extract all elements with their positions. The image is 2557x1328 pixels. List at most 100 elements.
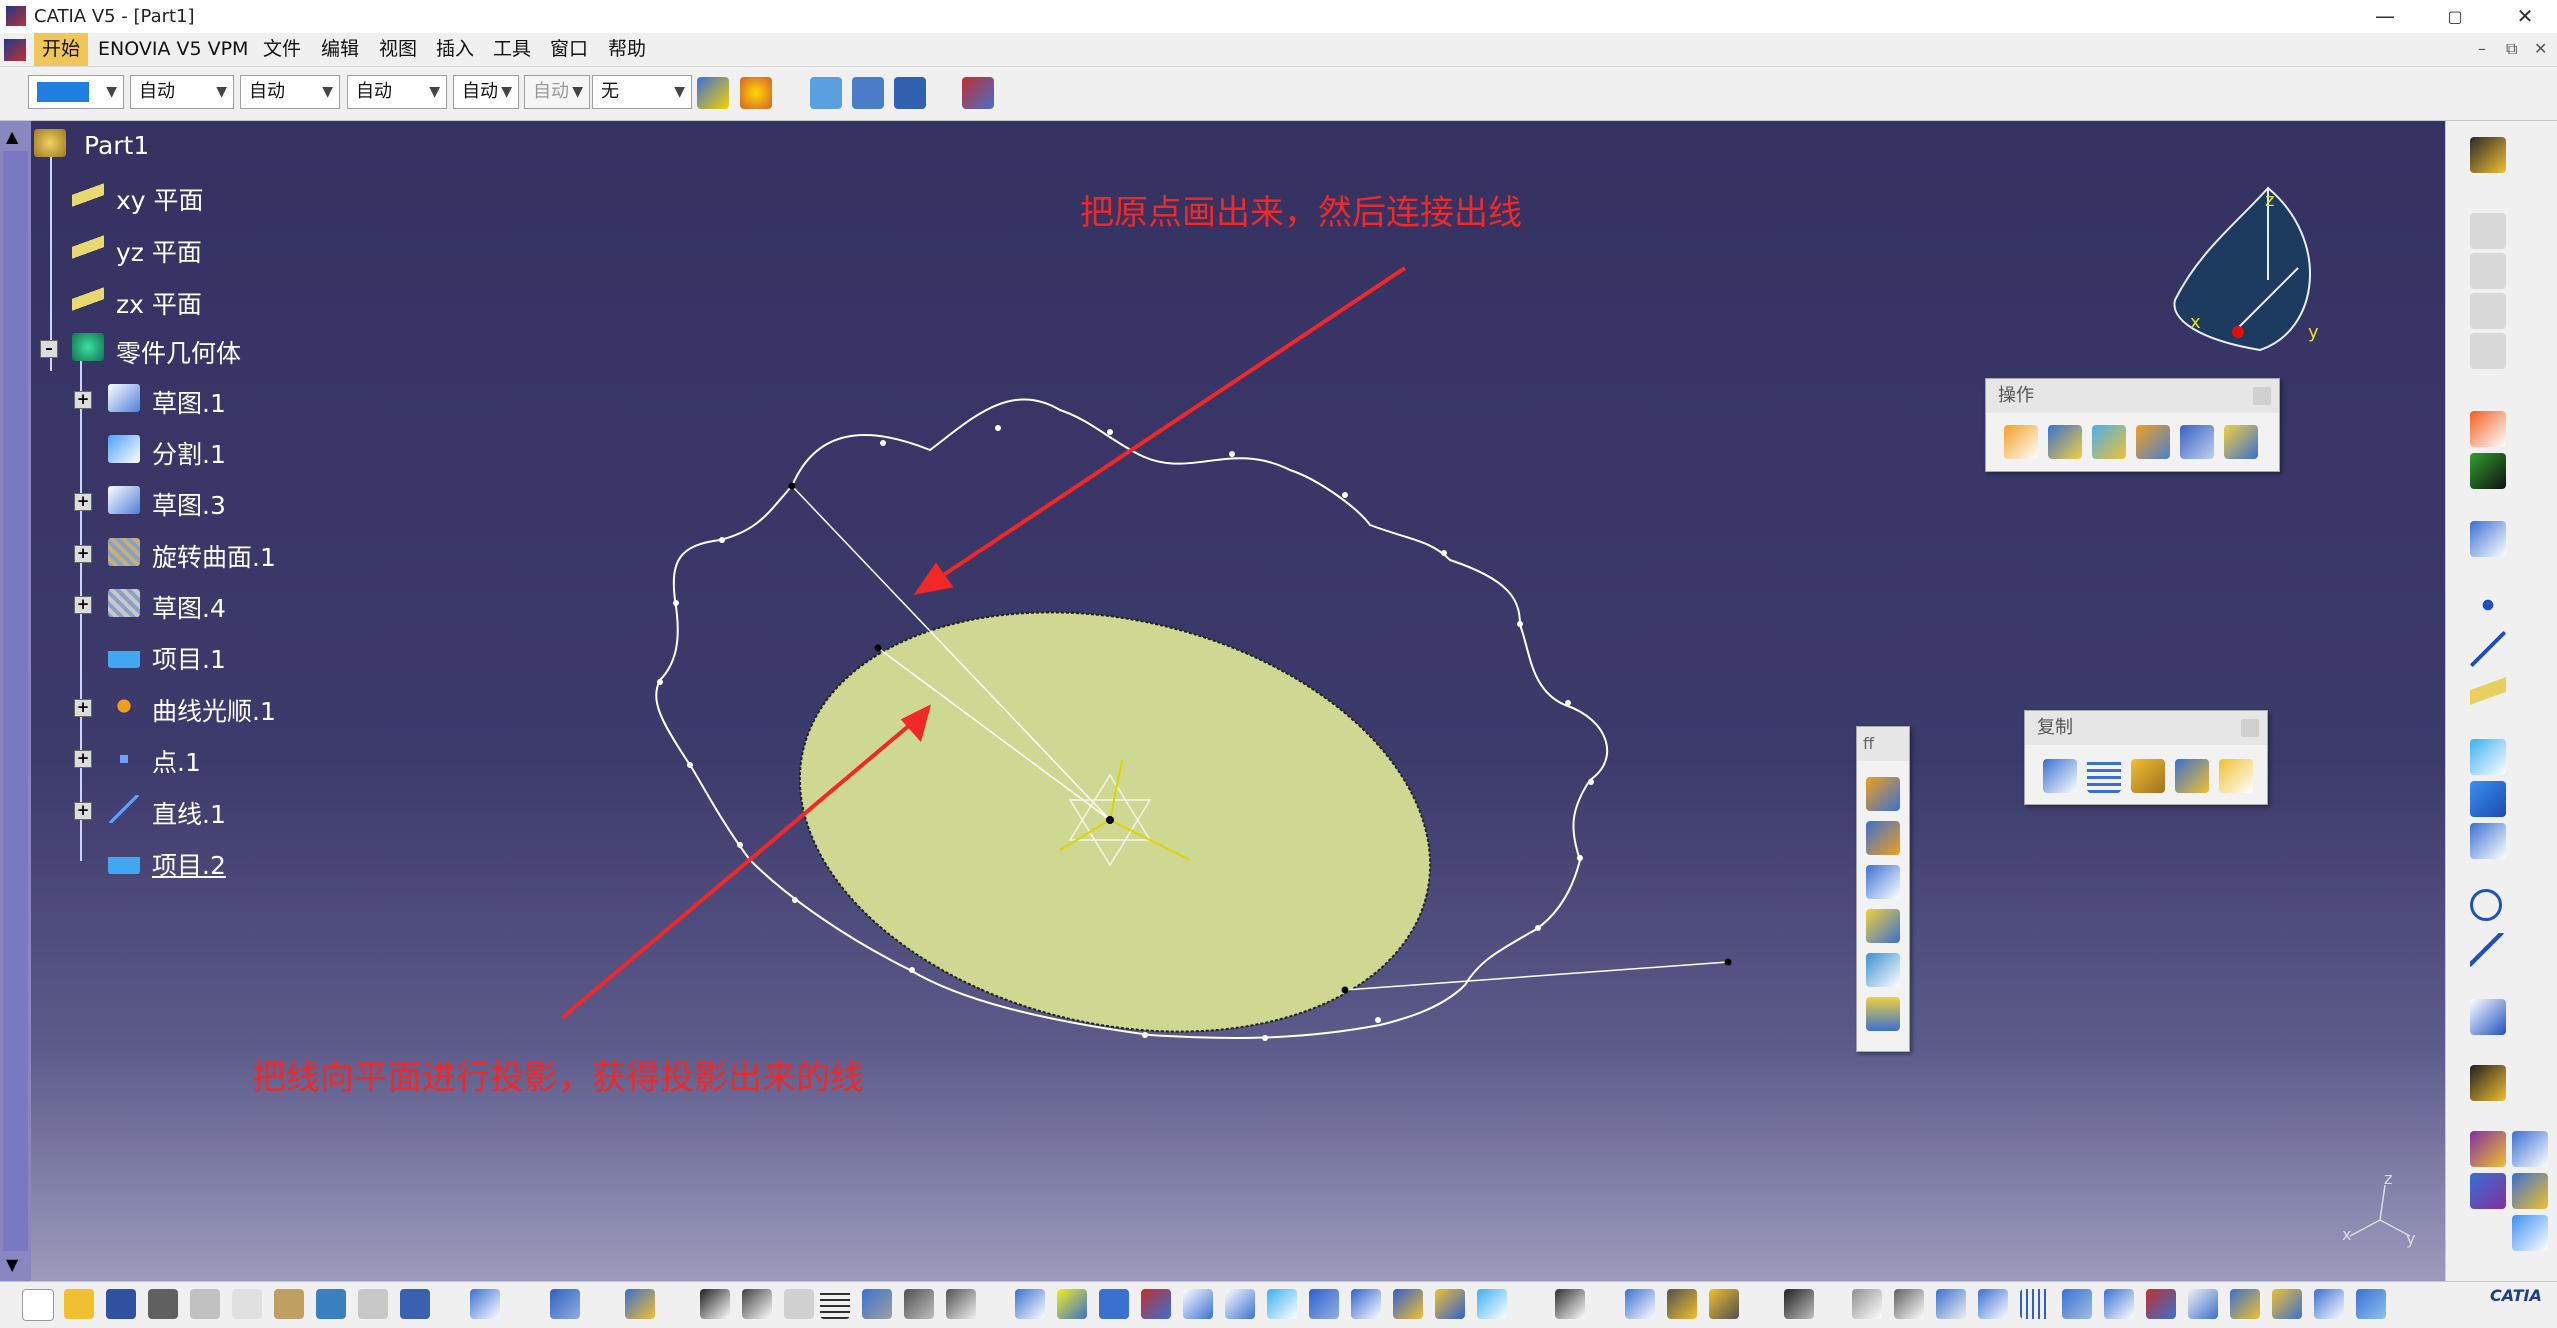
hide-show-icon[interactable] xyxy=(1435,1289,1465,1319)
surfaces-vertical-toolbar[interactable]: ff xyxy=(1856,726,1910,1052)
doc-restore-icon[interactable]: ⧉ xyxy=(2506,39,2517,59)
sketch-icon[interactable] xyxy=(108,486,140,514)
menu-edit[interactable]: 编辑 xyxy=(313,33,367,66)
normal-view-icon[interactable] xyxy=(1267,1289,1297,1319)
document-icon[interactable] xyxy=(4,39,26,61)
expand-icon[interactable]: + xyxy=(74,802,92,820)
whats-this-icon[interactable] xyxy=(894,77,926,109)
param-icon[interactable] xyxy=(862,1289,892,1319)
tree-item-revolve-surface-1[interactable]: 旋转曲面.1 xyxy=(152,538,276,574)
list-icon[interactable] xyxy=(2314,1289,2344,1319)
expand-icon[interactable]: + xyxy=(74,596,92,614)
search-icon[interactable] xyxy=(2272,1289,2302,1319)
fill-icon[interactable] xyxy=(1866,909,1900,943)
tree-item-projection-1[interactable]: 项目.1 xyxy=(152,640,226,676)
box-icon[interactable] xyxy=(2104,1289,2134,1319)
connect-checker-icon[interactable] xyxy=(2512,1131,2548,1167)
join-icon[interactable] xyxy=(2004,425,2038,459)
spline-icon[interactable] xyxy=(2470,933,2506,969)
expand-icon[interactable]: + xyxy=(74,545,92,563)
tree-item-sketch-4[interactable]: 草图.4 xyxy=(152,589,226,625)
curvature-icon[interactable] xyxy=(2512,1215,2548,1251)
grid-icon[interactable] xyxy=(2020,1289,2050,1319)
pan-icon[interactable] xyxy=(1099,1289,1129,1319)
measure-between-icon[interactable] xyxy=(1625,1289,1655,1319)
zoom-out-icon[interactable] xyxy=(1225,1289,1255,1319)
redo-icon[interactable] xyxy=(358,1289,388,1319)
expand-icon[interactable]: + xyxy=(74,699,92,717)
layer-combo[interactable]: 无 ▼ xyxy=(592,75,692,109)
paste-icon[interactable] xyxy=(274,1289,304,1319)
measure-icon[interactable] xyxy=(1555,1289,1585,1319)
line-thickness-combo[interactable]: 自动 ▼ xyxy=(240,75,340,109)
help-pointer-icon[interactable] xyxy=(400,1289,430,1319)
swap-space-icon[interactable] xyxy=(1477,1289,1507,1319)
hand-icon[interactable] xyxy=(1894,1289,1924,1319)
fit-all-icon[interactable] xyxy=(1057,1289,1087,1319)
power-copy-icon[interactable] xyxy=(2175,759,2209,793)
measure-item-icon[interactable] xyxy=(1667,1289,1697,1319)
tree-item-part-body[interactable]: 零件几何体 xyxy=(116,334,241,370)
point-type-combo[interactable]: 自动 ▼ xyxy=(453,75,519,109)
select-arrow-icon[interactable] xyxy=(2470,411,2506,447)
sweep-icon[interactable] xyxy=(1866,865,1900,899)
open-folder-icon[interactable] xyxy=(64,1289,94,1319)
multi-view-icon[interactable] xyxy=(1309,1289,1339,1319)
parallel-curve-icon[interactable] xyxy=(2470,823,2506,859)
sketch-icon[interactable] xyxy=(108,589,140,617)
tree-item-line-1[interactable]: 直线.1 xyxy=(152,795,226,831)
line-endpoint[interactable] xyxy=(1341,986,1349,994)
law-icon[interactable] xyxy=(2470,1065,2506,1101)
transform-icon[interactable] xyxy=(2180,425,2214,459)
expand-icon[interactable]: + xyxy=(74,391,92,409)
projection-tool-icon[interactable] xyxy=(2470,739,2506,775)
constraint-icon[interactable] xyxy=(2146,1289,2176,1319)
lock-icon[interactable] xyxy=(904,1289,934,1319)
line-type-combo[interactable]: 自动 ▼ xyxy=(347,75,447,109)
copy-icon[interactable] xyxy=(232,1289,262,1319)
extrude-surface-icon[interactable] xyxy=(1866,777,1900,811)
tree-item-point-1[interactable]: 点.1 xyxy=(152,743,201,779)
properties-icon[interactable] xyxy=(740,77,772,109)
line-tool-icon[interactable] xyxy=(2470,631,2506,667)
point-icon[interactable] xyxy=(120,755,128,763)
line-endpoint[interactable] xyxy=(788,482,796,490)
line-icon[interactable] xyxy=(108,795,140,823)
menu-start[interactable]: 开始 xyxy=(34,33,89,66)
surface-tool-icon[interactable] xyxy=(2188,1289,2218,1319)
intersection-icon[interactable] xyxy=(2470,781,2506,817)
tree-item-projection-2[interactable]: 项目.2 xyxy=(152,846,226,882)
curve-smooth-icon[interactable] xyxy=(108,692,140,720)
compass-widget[interactable]: z x y xyxy=(2173,186,2319,352)
plane-icon[interactable] xyxy=(72,285,104,313)
porcupine-icon[interactable] xyxy=(2512,1173,2548,1209)
conic-icon[interactable] xyxy=(2470,999,2506,1035)
rotate-icon[interactable] xyxy=(1141,1289,1171,1319)
catalog-icon[interactable] xyxy=(2219,759,2253,793)
menu-help[interactable]: 帮助 xyxy=(600,33,654,66)
tree-item-split-1[interactable]: 分割.1 xyxy=(152,435,226,471)
expand-icon[interactable]: + xyxy=(74,750,92,768)
duplicate-icon[interactable] xyxy=(2131,759,2165,793)
sketch-icon[interactable] xyxy=(108,384,140,412)
print-icon[interactable] xyxy=(148,1289,178,1319)
pattern-icon[interactable] xyxy=(2087,759,2121,793)
tree-item-yz-plane[interactable]: yz 平面 xyxy=(116,233,202,269)
plane-icon[interactable] xyxy=(72,233,104,261)
tree-root-part1[interactable]: Part1 xyxy=(84,131,149,160)
catia-app-icon[interactable] xyxy=(6,6,26,26)
plane-icon[interactable] xyxy=(72,181,104,209)
close-icon[interactable] xyxy=(2253,387,2271,405)
extract-icon[interactable] xyxy=(2136,425,2170,459)
sketch-tracker-icon[interactable] xyxy=(810,77,842,109)
tree-item-sketch-3[interactable]: 草图.3 xyxy=(152,486,226,522)
projection-icon[interactable] xyxy=(108,640,140,668)
menu-file[interactable]: 文件 xyxy=(255,33,309,66)
circle-icon[interactable] xyxy=(2470,889,2502,921)
save-icon[interactable] xyxy=(106,1289,136,1319)
tree-expand-icon[interactable] xyxy=(2230,1289,2260,1319)
workbench-icon[interactable] xyxy=(2470,137,2506,173)
axis-system-icon[interactable] xyxy=(2470,453,2506,489)
revolve-surface-tool-icon[interactable] xyxy=(1866,821,1900,855)
painter-icon[interactable] xyxy=(697,77,729,109)
